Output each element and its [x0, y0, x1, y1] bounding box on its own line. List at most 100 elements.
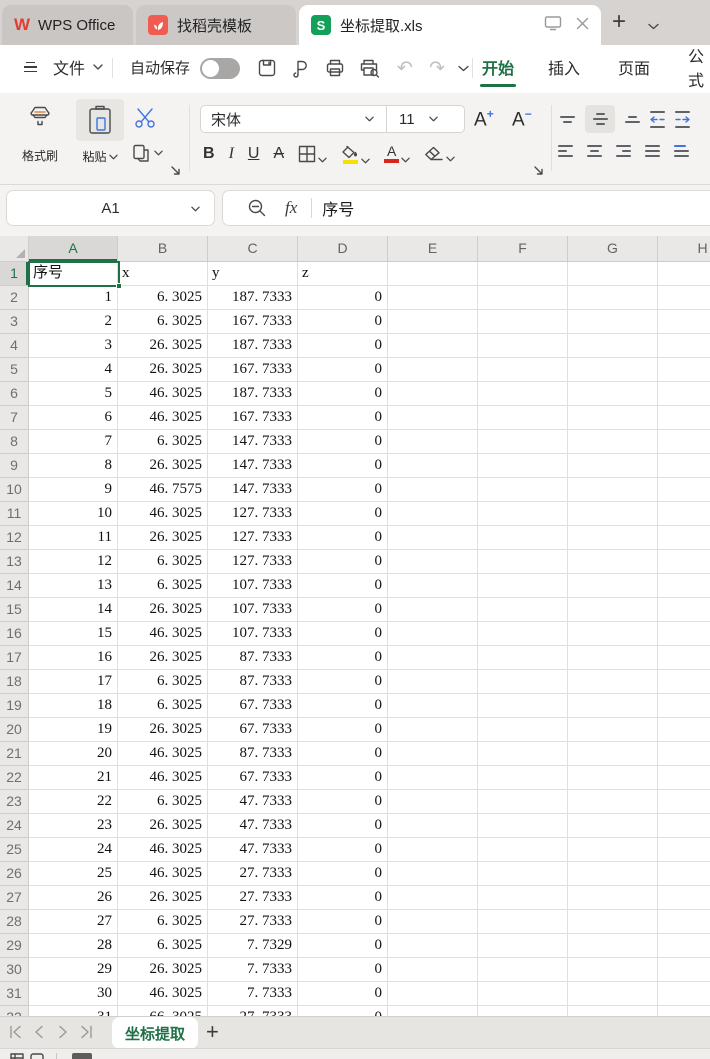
print-preview-button[interactable]	[356, 55, 382, 81]
cell-H22[interactable]	[658, 766, 710, 790]
decrease-font-size-button[interactable]: A−	[512, 107, 532, 131]
cell-H4[interactable]	[658, 334, 710, 358]
cell-G31[interactable]	[568, 982, 658, 1006]
cell-G29[interactable]	[568, 934, 658, 958]
cell-H23[interactable]	[658, 790, 710, 814]
cell-F3[interactable]	[478, 310, 568, 334]
col-header-C[interactable]: C	[208, 236, 298, 262]
first-sheet-button[interactable]	[8, 1024, 24, 1040]
cell-A27[interactable]: 26	[29, 886, 118, 910]
cell-E4[interactable]	[388, 334, 478, 358]
cell-A19[interactable]: 18	[29, 694, 118, 718]
row-header-30[interactable]: 30	[0, 958, 29, 982]
cell-C25[interactable]: 47. 7333	[208, 838, 298, 862]
cell-A13[interactable]: 12	[29, 550, 118, 574]
cell-A2[interactable]: 1	[29, 286, 118, 310]
cell-G23[interactable]	[568, 790, 658, 814]
cell-A29[interactable]: 28	[29, 934, 118, 958]
cell-D27[interactable]: 0	[298, 886, 388, 910]
cell-E15[interactable]	[388, 598, 478, 622]
cell-D21[interactable]: 0	[298, 742, 388, 766]
cell-E7[interactable]	[388, 406, 478, 430]
cell-E31[interactable]	[388, 982, 478, 1006]
cell-F30[interactable]	[478, 958, 568, 982]
cell-B13[interactable]: 6. 3025	[118, 550, 208, 574]
cell-A4[interactable]: 3	[29, 334, 118, 358]
col-header-H[interactable]: H	[658, 236, 710, 262]
autosave-toggle[interactable]	[200, 58, 240, 79]
cell-D17[interactable]: 0	[298, 646, 388, 670]
cell-G15[interactable]	[568, 598, 658, 622]
cell-F20[interactable]	[478, 718, 568, 742]
cell-B12[interactable]: 26. 3025	[118, 526, 208, 550]
cell-F14[interactable]	[478, 574, 568, 598]
cell-E19[interactable]	[388, 694, 478, 718]
cell-H15[interactable]	[658, 598, 710, 622]
cell-E23[interactable]	[388, 790, 478, 814]
cell-H2[interactable]	[658, 286, 710, 310]
cell-G4[interactable]	[568, 334, 658, 358]
cell-D12[interactable]: 0	[298, 526, 388, 550]
cell-D22[interactable]: 0	[298, 766, 388, 790]
cell-E28[interactable]	[388, 910, 478, 934]
format-painter-button[interactable]: 格式刷	[12, 103, 68, 164]
cell-E25[interactable]	[388, 838, 478, 862]
cell-C4[interactable]: 187. 7333	[208, 334, 298, 358]
cell-A3[interactable]: 2	[29, 310, 118, 334]
cell-A15[interactable]: 14	[29, 598, 118, 622]
cell-A6[interactable]: 5	[29, 382, 118, 406]
cell-E11[interactable]	[388, 502, 478, 526]
cell-G20[interactable]	[568, 718, 658, 742]
cell-G13[interactable]	[568, 550, 658, 574]
cell-H25[interactable]	[658, 838, 710, 862]
cell-A14[interactable]: 13	[29, 574, 118, 598]
cell-B16[interactable]: 46. 3025	[118, 622, 208, 646]
cell-C21[interactable]: 87. 7333	[208, 742, 298, 766]
cell-E13[interactable]	[388, 550, 478, 574]
cell-F16[interactable]	[478, 622, 568, 646]
cell-F15[interactable]	[478, 598, 568, 622]
cell-G17[interactable]	[568, 646, 658, 670]
row-header-3[interactable]: 3	[0, 310, 29, 334]
cell-A18[interactable]: 17	[29, 670, 118, 694]
cell-H8[interactable]	[658, 430, 710, 454]
borders-button[interactable]	[298, 145, 327, 163]
cell-A24[interactable]: 23	[29, 814, 118, 838]
cell-D5[interactable]: 0	[298, 358, 388, 382]
cell-G3[interactable]	[568, 310, 658, 334]
cell-A17[interactable]: 16	[29, 646, 118, 670]
cell-G5[interactable]	[568, 358, 658, 382]
cell-E32[interactable]	[388, 1006, 478, 1016]
cell-F19[interactable]	[478, 694, 568, 718]
cell-F23[interactable]	[478, 790, 568, 814]
cell-D8[interactable]: 0	[298, 430, 388, 454]
font-size-chevron-icon[interactable]	[429, 116, 438, 122]
cell-E22[interactable]	[388, 766, 478, 790]
col-header-B[interactable]: B	[118, 236, 208, 262]
cell-F11[interactable]	[478, 502, 568, 526]
new-tab-button[interactable]: +	[612, 11, 626, 33]
cell-E30[interactable]	[388, 958, 478, 982]
cell-B25[interactable]: 46. 3025	[118, 838, 208, 862]
col-header-E[interactable]: E	[388, 236, 478, 262]
row-header-8[interactable]: 8	[0, 430, 29, 454]
cell-H11[interactable]	[658, 502, 710, 526]
cell-B14[interactable]: 6. 3025	[118, 574, 208, 598]
sheet-tab-active[interactable]: 坐标提取	[112, 1017, 198, 1049]
cell-C3[interactable]: 167. 7333	[208, 310, 298, 334]
cell-B6[interactable]: 46. 3025	[118, 382, 208, 406]
row-header-5[interactable]: 5	[0, 358, 29, 382]
cell-E21[interactable]	[388, 742, 478, 766]
cell-D23[interactable]: 0	[298, 790, 388, 814]
cell-G6[interactable]	[568, 382, 658, 406]
cell-G26[interactable]	[568, 862, 658, 886]
cell-B30[interactable]: 26. 3025	[118, 958, 208, 982]
cell-E26[interactable]	[388, 862, 478, 886]
cell-H12[interactable]	[658, 526, 710, 550]
row-header-23[interactable]: 23	[0, 790, 29, 814]
row-header-19[interactable]: 19	[0, 694, 29, 718]
cell-D28[interactable]: 0	[298, 910, 388, 934]
menu-tab-insert[interactable]: 插入	[548, 45, 580, 89]
insert-function-icon[interactable]: fx	[285, 198, 297, 218]
cell-H20[interactable]	[658, 718, 710, 742]
